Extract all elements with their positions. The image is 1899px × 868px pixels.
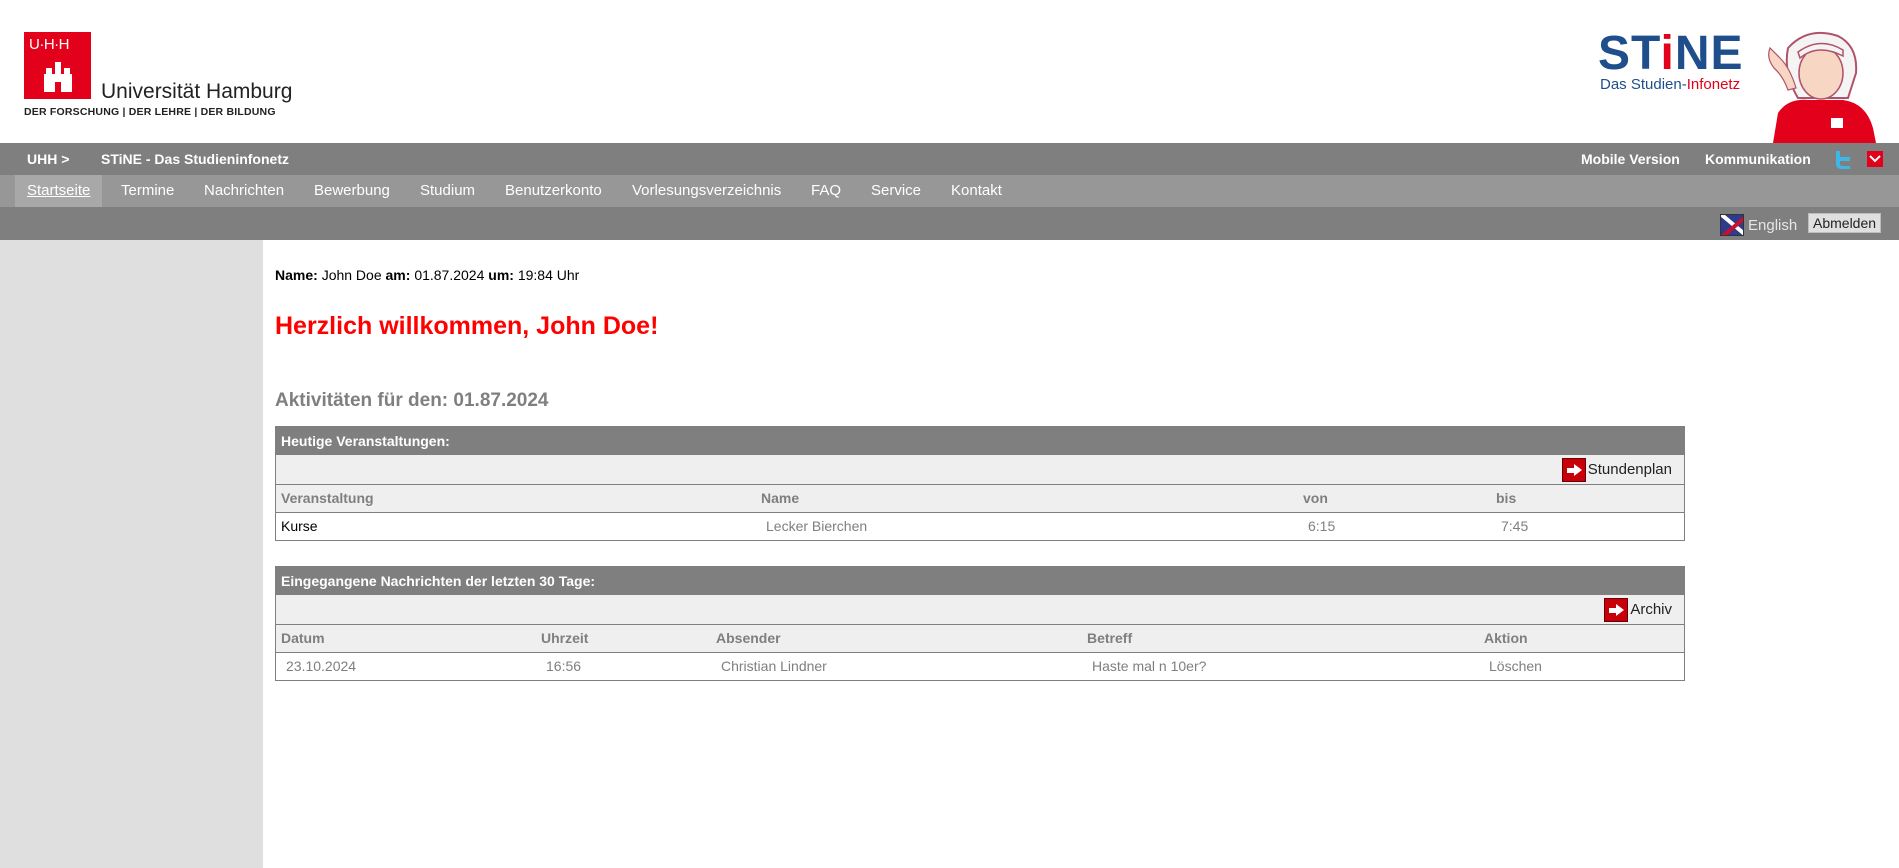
nav-startseite[interactable]: Startseite bbox=[15, 175, 103, 207]
left-sidebar bbox=[0, 240, 263, 868]
main-navigation: Startseite Termine Nachrichten Bewerbung… bbox=[0, 175, 1899, 207]
nav-service[interactable]: Service bbox=[859, 175, 933, 207]
messages-column-headers: Datum Uhrzeit Absender Betreff Aktion bbox=[276, 625, 1684, 653]
nav-termine[interactable]: Termine bbox=[109, 175, 186, 207]
stine-wordmark-part2: NE bbox=[1674, 27, 1744, 80]
col-datum: Datum bbox=[281, 630, 325, 646]
stine-wordmark-i: i bbox=[1660, 27, 1675, 80]
cell-datum: 23.10.2024 bbox=[286, 658, 357, 674]
messages-box-title: Eingegangene Nachrichten der letzten 30 … bbox=[276, 567, 1684, 595]
delete-message-link[interactable]: Löschen bbox=[1489, 658, 1542, 674]
kommunikation-link[interactable]: Kommunikation bbox=[1705, 151, 1811, 167]
table-row: Kurse Lecker Bierchen 6:15 7:45 bbox=[276, 513, 1684, 540]
chevron-down-icon bbox=[1869, 155, 1881, 163]
activities-heading: Aktivitäten für den: 01.87.2024 bbox=[275, 390, 549, 411]
arrow-right-icon bbox=[1561, 458, 1586, 483]
cell-veranstaltung: Kurse bbox=[281, 518, 318, 534]
nav-nachrichten[interactable]: Nachrichten bbox=[192, 175, 296, 207]
university-tagline: DER FORSCHUNG | DER LEHRE | DER BILDUNG bbox=[24, 106, 276, 118]
events-column-headers: Veranstaltung Name von bis bbox=[276, 485, 1684, 513]
nav-benutzerkonto[interactable]: Benutzerkonto bbox=[493, 175, 614, 207]
breadcrumb-uhh-link[interactable]: UHH > bbox=[27, 151, 69, 167]
name-value: John Doe bbox=[321, 267, 382, 283]
mobile-version-link[interactable]: Mobile Version bbox=[1581, 151, 1680, 167]
uhh-logo-box: U·H·H bbox=[24, 32, 91, 99]
arrow-right-icon bbox=[1604, 598, 1629, 623]
nav-studium[interactable]: Studium bbox=[408, 175, 487, 207]
breadcrumb-stine-link[interactable]: STiNE - Das Studieninfonetz bbox=[101, 151, 289, 167]
language-label: English bbox=[1748, 217, 1798, 234]
date-label: am: bbox=[385, 267, 411, 283]
col-von: von bbox=[1303, 490, 1328, 506]
twitter-icon[interactable] bbox=[1832, 149, 1854, 169]
messages-box: Eingegangene Nachrichten der letzten 30 … bbox=[275, 566, 1685, 681]
stine-subtitle-part1: Das Studien- bbox=[1600, 76, 1687, 93]
stundenplan-link[interactable]: Stundenplan bbox=[1561, 458, 1672, 483]
col-absender: Absender bbox=[716, 630, 781, 646]
page-header: U·H·H Universität Hamburg DER FORSCHUNG … bbox=[0, 0, 1899, 143]
archiv-label: Archiv bbox=[1630, 601, 1672, 618]
events-toolbar: Stundenplan bbox=[276, 455, 1684, 485]
stine-subtitle-part2: Infonetz bbox=[1686, 76, 1741, 93]
col-veranstaltung: Veranstaltung bbox=[281, 490, 374, 506]
nav-vorlesungsverzeichnis[interactable]: Vorlesungsverzeichnis bbox=[620, 175, 793, 207]
stine-wordmark: STiNE bbox=[1598, 26, 1744, 81]
cell-bis: 7:45 bbox=[1501, 518, 1529, 534]
logout-button[interactable]: Abmelden bbox=[1808, 213, 1882, 233]
user-info-line: Name: John Doe am: 01.87.2024 um: 19:84 … bbox=[275, 267, 579, 283]
stine-logo[interactable]: STiNE Das Studien-Infonetz bbox=[1598, 26, 1888, 143]
nav-kontakt[interactable]: Kontakt bbox=[939, 175, 1014, 207]
nav-bewerbung[interactable]: Bewerbung bbox=[302, 175, 402, 207]
col-uhrzeit: Uhrzeit bbox=[541, 630, 589, 646]
uhh-logo-letters: U·H·H bbox=[29, 36, 70, 53]
mascot-figure-icon bbox=[1768, 32, 1876, 143]
col-aktion: Aktion bbox=[1484, 630, 1528, 646]
col-name: Name bbox=[761, 490, 800, 506]
date-value: 01.87.2024 bbox=[414, 267, 485, 283]
events-box: Heutige Veranstaltungen: Stundenplan Ver… bbox=[275, 426, 1685, 541]
time-value: 19:84 Uhr bbox=[517, 267, 580, 283]
menu-dropdown-button[interactable] bbox=[1867, 151, 1883, 167]
cell-name: Lecker Bierchen bbox=[766, 518, 868, 534]
time-label: um: bbox=[488, 267, 514, 283]
university-name: Universität Hamburg bbox=[101, 80, 293, 103]
messages-toolbar: Archiv bbox=[276, 595, 1684, 625]
stundenplan-label: Stundenplan bbox=[1587, 461, 1672, 478]
events-box-title: Heutige Veranstaltungen: bbox=[276, 427, 1684, 455]
cell-von: 6:15 bbox=[1308, 518, 1336, 534]
welcome-heading: Herzlich willkommen, John Doe! bbox=[275, 312, 659, 340]
col-bis: bis bbox=[1496, 490, 1517, 506]
castle-icon bbox=[44, 62, 72, 92]
cell-uhrzeit: 16:56 bbox=[546, 658, 582, 674]
top-breadcrumb-bar: UHH > STiNE - Das Studieninfonetz Mobile… bbox=[0, 143, 1899, 175]
nav-faq[interactable]: FAQ bbox=[799, 175, 853, 207]
cell-betreff[interactable]: Haste mal n 10er? bbox=[1092, 658, 1206, 674]
stine-subtitle: Das Studien-Infonetz bbox=[1600, 76, 1740, 93]
cell-absender: Christian Lindner bbox=[721, 658, 827, 674]
uk-flag-icon bbox=[1720, 214, 1744, 236]
table-row[interactable]: 23.10.2024 16:56 Christian Lindner Haste… bbox=[276, 653, 1684, 680]
name-label: Name: bbox=[275, 267, 318, 283]
language-logout-bar: English Abmelden bbox=[0, 207, 1899, 240]
col-betreff: Betreff bbox=[1087, 630, 1133, 646]
stine-wordmark-part1: ST bbox=[1598, 27, 1661, 80]
archiv-link[interactable]: Archiv bbox=[1604, 598, 1672, 623]
